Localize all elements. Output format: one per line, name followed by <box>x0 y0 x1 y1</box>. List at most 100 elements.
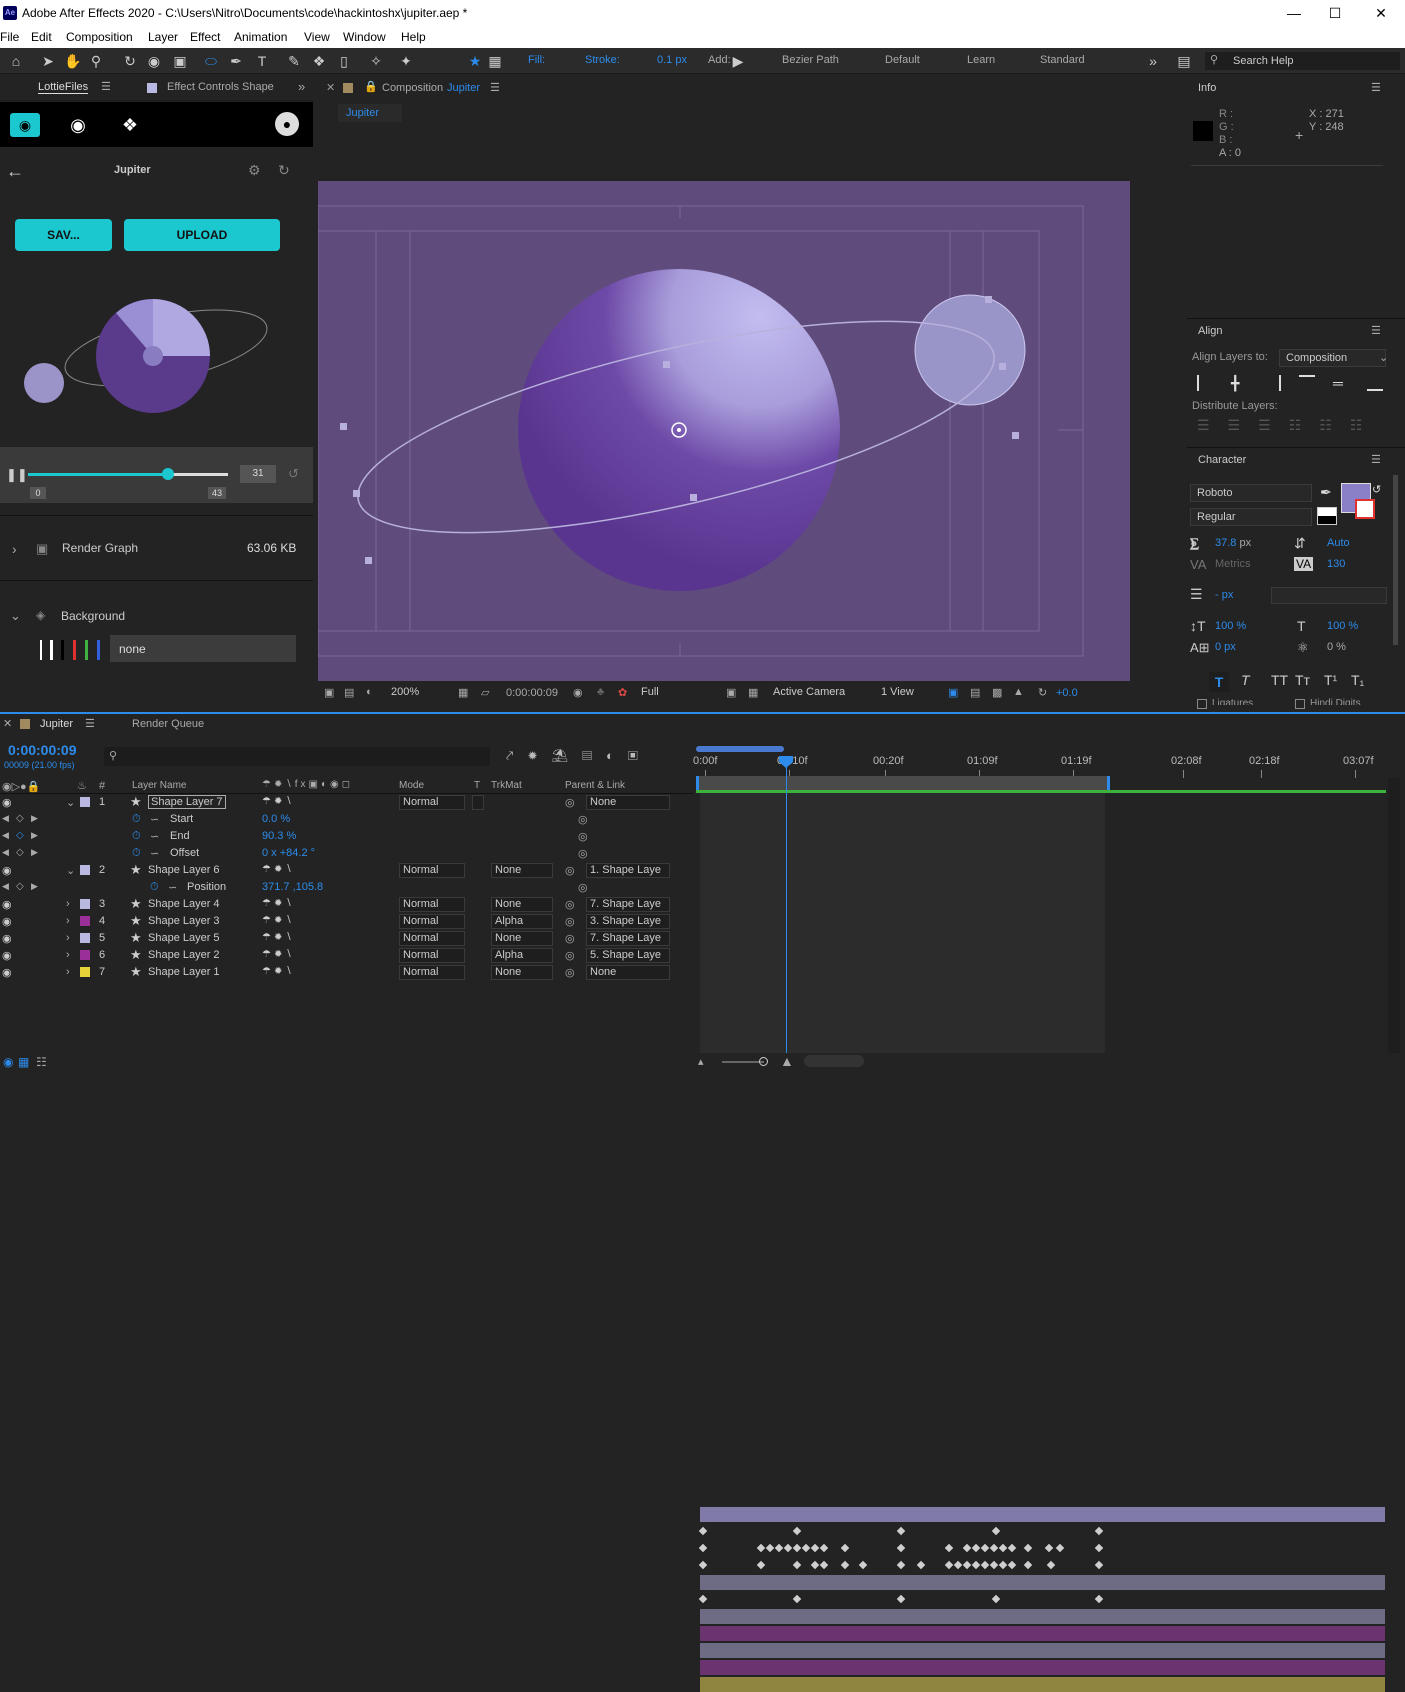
blend-mode-dropdown[interactable]: Normal <box>399 948 465 963</box>
align-hcenter-icon[interactable]: ╋ <box>1231 375 1247 391</box>
layer-switches-icons[interactable]: ☂✹∖ <box>262 932 295 943</box>
graph-icon[interactable]: ∽ <box>150 847 159 860</box>
twirl-chevron-icon[interactable]: ⌄ <box>66 796 75 809</box>
keyframe[interactable] <box>989 1560 999 1570</box>
stroke-style-dropdown[interactable] <box>1271 587 1387 604</box>
type-tool-icon[interactable]: T <box>254 53 270 69</box>
blend-mode-dropdown[interactable]: Normal <box>399 931 465 946</box>
property-value[interactable]: 0 x +84.2 ° <box>262 847 315 859</box>
faux-bold-icon[interactable]: T <box>1209 672 1229 692</box>
keyframe[interactable] <box>962 1543 972 1553</box>
zoom-in-icon[interactable]: ▲ <box>780 1053 794 1069</box>
comp-menu-icon[interactable]: ☰ <box>490 81 500 94</box>
menu-composition[interactable]: Composition <box>66 30 133 44</box>
fill-label[interactable]: Fill: <box>528 54 545 66</box>
keyframe[interactable] <box>1044 1543 1054 1553</box>
layer-duration-bar[interactable] <box>700 1626 1385 1641</box>
layer-switches-icons[interactable]: ☂✹∖ <box>262 796 295 807</box>
work-area-handle[interactable] <box>696 746 784 752</box>
keyframe[interactable] <box>756 1560 766 1570</box>
keyframe[interactable] <box>1023 1560 1033 1570</box>
background-swatches[interactable] <box>40 640 102 660</box>
layer-row[interactable]: ◉ › 6 ★ Shape Layer 2 ☂✹∖ Normal Alpha ◎ 5. Shape… <box>0 947 693 964</box>
hand-tool-icon[interactable]: ✋ <box>64 53 81 69</box>
flowchart-icon[interactable]: ▲ <box>1013 686 1024 698</box>
parent-dropdown[interactable]: 5. Shape Laye <box>586 948 670 963</box>
keyframe[interactable] <box>801 1543 811 1553</box>
prev-keyframe-icon[interactable]: ◀ <box>2 830 9 841</box>
keyframe[interactable] <box>962 1560 972 1570</box>
exposure-value[interactable]: +0.0 <box>1056 687 1078 699</box>
timeline-menu-icon[interactable]: ☰ <box>85 717 95 730</box>
trkmat-dropdown[interactable]: Alpha <box>491 948 553 963</box>
visibility-eye-icon[interactable]: ◉ <box>2 932 12 945</box>
layer-duration-bar[interactable] <box>700 1643 1385 1658</box>
keyframe[interactable] <box>810 1560 820 1570</box>
property-value[interactable]: 0.0 % <box>262 813 290 825</box>
keyframe[interactable] <box>953 1560 963 1570</box>
kerning-value[interactable]: Metrics <box>1215 558 1250 570</box>
label-color[interactable] <box>80 797 90 807</box>
layer-row[interactable]: ◉ › 4 ★ Shape Layer 3 ☂✹∖ Normal Alpha ◎ 3. Shape… <box>0 913 693 930</box>
timeline-icon[interactable]: ▩ <box>992 686 1002 699</box>
graph-icon[interactable]: ∽ <box>150 813 159 826</box>
small-caps-icon[interactable]: Tт <box>1295 672 1310 688</box>
layer-switches-icons[interactable]: ☂✹∖ <box>262 915 295 926</box>
faux-italic-icon[interactable]: T <box>1241 672 1250 688</box>
current-time-indicator[interactable] <box>786 756 787 1056</box>
stroke-color-swatch[interactable] <box>1355 499 1375 519</box>
visibility-eye-icon[interactable]: ◉ <box>2 898 12 911</box>
keyframe[interactable] <box>792 1594 802 1604</box>
add-icon[interactable]: ▶ <box>730 53 746 69</box>
lottie-home-icon[interactable]: ◉ <box>10 113 40 137</box>
next-keyframe-icon[interactable]: ▶ <box>31 881 38 892</box>
upload-button[interactable]: UPLOAD <box>124 219 280 251</box>
blend-mode-dropdown[interactable]: Normal <box>399 965 465 980</box>
stopwatch-icon[interactable]: ⏱ <box>132 830 141 843</box>
layer-row[interactable]: ◉ ⌄ 1 ★ Shape Layer 7 ☂✹∖ Normal ◎ None <box>0 794 693 811</box>
hindi-checkbox[interactable] <box>1295 699 1305 709</box>
graph-icon[interactable]: ∽ <box>150 830 159 843</box>
roto-brush-tool-icon[interactable]: ✧ <box>368 53 384 69</box>
work-area-bar[interactable] <box>696 776 1110 790</box>
property-row[interactable]: ◀ ◇ ▶ ⏱ ∽ Start 0.0 % ◎ <box>0 811 693 828</box>
align-bottom-icon[interactable] <box>1367 375 1383 391</box>
zoom-dropdown[interactable]: 200% <box>388 686 450 701</box>
pickwhip-icon[interactable]: ◎ <box>565 915 575 928</box>
layer-name[interactable]: Shape Layer 3 <box>148 915 220 927</box>
property-row[interactable]: ◀ ◇ ▶ ⏱ ∽ End 90.3 % ◎ <box>0 828 693 845</box>
label-color[interactable] <box>80 933 90 943</box>
add-keyframe-icon[interactable]: ◇ <box>16 881 24 892</box>
keyframe[interactable] <box>698 1526 708 1536</box>
fit-icon[interactable]: ▦ <box>458 686 468 699</box>
prev-keyframe-icon[interactable]: ◀ <box>2 881 9 892</box>
close-button[interactable]: ✕ <box>1358 2 1404 24</box>
timeline-zoom-slider[interactable] <box>722 1061 764 1063</box>
baseline-shift-value[interactable]: 0 px <box>1215 641 1236 653</box>
keyframe[interactable] <box>971 1543 981 1553</box>
layer-duration-bar[interactable] <box>700 1677 1385 1692</box>
brush-tool-icon[interactable]: ✎ <box>286 53 302 69</box>
timeline-timecode[interactable]: 0:00:00:09 <box>8 742 77 758</box>
align-menu-icon[interactable]: ☰ <box>1371 324 1381 337</box>
more-workspaces-icon[interactable]: » <box>1145 53 1161 69</box>
trkmat-dropdown[interactable]: None <box>491 965 553 980</box>
snapshot-icon[interactable]: ◉ <box>573 686 583 699</box>
font-size[interactable]: 37.8 px <box>1215 537 1251 549</box>
menu-layer[interactable]: Layer <box>148 30 178 44</box>
layer-switches-icons[interactable]: ☂✹∖ <box>262 949 295 960</box>
workspace-standard[interactable]: Standard <box>1040 54 1085 66</box>
keyframe[interactable] <box>896 1560 906 1570</box>
expression-icon[interactable]: ◎ <box>578 881 588 894</box>
range-end[interactable]: 43 <box>208 487 226 499</box>
layer-name[interactable]: Shape Layer 4 <box>148 898 220 910</box>
layer-duration-bar[interactable] <box>700 1660 1385 1675</box>
range-start[interactable]: 0 <box>30 487 46 499</box>
clone-stamp-tool-icon[interactable]: ❖ <box>311 53 327 69</box>
visibility-eye-icon[interactable]: ◉ <box>2 966 12 979</box>
show-snapshot-icon[interactable]: ♣ <box>597 686 604 698</box>
keyframe[interactable] <box>840 1543 850 1553</box>
keyframe[interactable] <box>756 1543 766 1553</box>
twirl-chevron-icon[interactable]: › <box>66 898 70 910</box>
toggle-modes-icon[interactable]: ▦ <box>18 1055 29 1069</box>
